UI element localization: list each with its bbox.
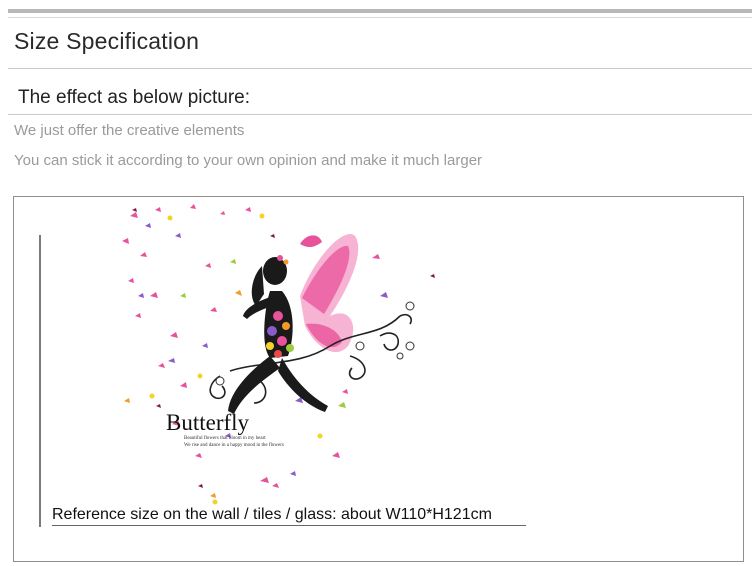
large-wing	[300, 234, 359, 353]
fairy-butterfly-illustration	[122, 204, 435, 505]
reference-underline	[52, 525, 526, 526]
effect-subtitle: The effect as below picture:	[18, 87, 250, 108]
note-line: You can stick it according to your own o…	[14, 152, 483, 169]
top-divider-thin	[8, 17, 752, 18]
tagline-line: We rise and dance in a happy mood in the…	[184, 443, 284, 448]
tagline-line: Beautiful flowers that bloom in my heart	[184, 436, 266, 441]
top-divider	[8, 9, 752, 13]
brand-word: Butterfly	[166, 410, 250, 435]
subtitle-divider	[8, 114, 752, 115]
note-line: We just offer the creative elements	[14, 122, 245, 139]
reference-size-text: Reference size on the wall / tiles / gla…	[52, 506, 492, 523]
title-divider	[8, 68, 752, 69]
section-title: Size Specification	[14, 28, 200, 54]
frame-accent-line	[39, 235, 41, 527]
